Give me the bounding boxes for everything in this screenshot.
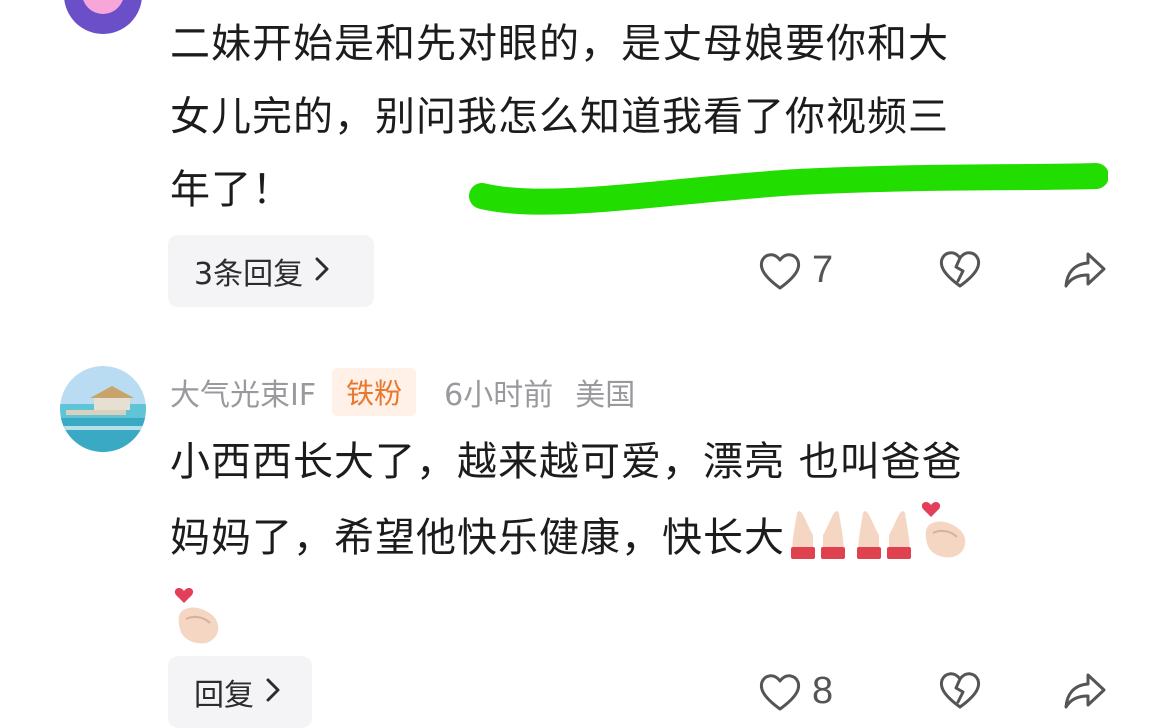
fan-badge: 铁粉	[332, 368, 417, 416]
chevron-right-icon	[266, 675, 280, 710]
username[interactable]: 大气光束IF	[170, 370, 316, 414]
view-replies-button[interactable]: 3条回复	[168, 235, 374, 307]
chevron-right-icon	[315, 254, 329, 289]
like-button[interactable]: 8	[758, 670, 833, 713]
comment-line: 二妹开始是和先对眼的，是丈母娘要你和大	[170, 21, 949, 67]
green-highlight-stroke	[469, 163, 1108, 215]
commenter-avatar[interactable]	[60, 366, 146, 452]
praying-hands-emoji	[785, 501, 851, 585]
beach-avatar-image	[60, 366, 146, 452]
share-button[interactable]	[1062, 250, 1108, 290]
dislike-button[interactable]	[938, 249, 982, 289]
comment-line-text: 妈妈了，希望他快乐健康，快长大	[170, 515, 785, 561]
reply-label: 回复	[194, 678, 254, 713]
like-count: 8	[812, 670, 834, 712]
avatar-mouth	[82, 0, 124, 14]
like-button[interactable]: 7	[758, 249, 833, 292]
broken-heart-icon	[938, 670, 982, 710]
comment-line: 女儿完的，别问我怎么知道我看了你视频三	[170, 94, 949, 140]
comment-meta: 大气光束IF 铁粉 6小时前 美国	[170, 366, 635, 418]
location: 美国	[575, 378, 636, 413]
heart-icon	[758, 251, 802, 291]
commenter-avatar[interactable]	[64, 0, 142, 34]
heart-icon	[758, 672, 802, 712]
dislike-button[interactable]	[938, 670, 982, 710]
reply-button[interactable]: 回复	[168, 656, 312, 728]
reply-count-label: 3条回复	[194, 257, 304, 292]
broken-heart-icon	[938, 249, 982, 289]
comment-line: 小西西长大了，越来越可爱，漂亮 也叫爸爸	[170, 439, 963, 485]
timestamp: 6小时前	[444, 378, 554, 413]
comment-line: 妈妈了，希望他快乐健康，快长大	[170, 499, 1110, 585]
share-arrow-icon	[1062, 671, 1108, 711]
share-arrow-icon	[1062, 250, 1108, 290]
like-count: 7	[812, 249, 834, 291]
share-button[interactable]	[1062, 671, 1108, 711]
comment-line	[170, 585, 1110, 671]
praying-hands-emoji	[851, 501, 917, 585]
finger-heart-emoji	[917, 499, 973, 585]
comment-text: 小西西长大了，越来越可爱，漂亮 也叫爸爸 妈妈了，希望他快乐健康，快长大	[170, 426, 1110, 671]
